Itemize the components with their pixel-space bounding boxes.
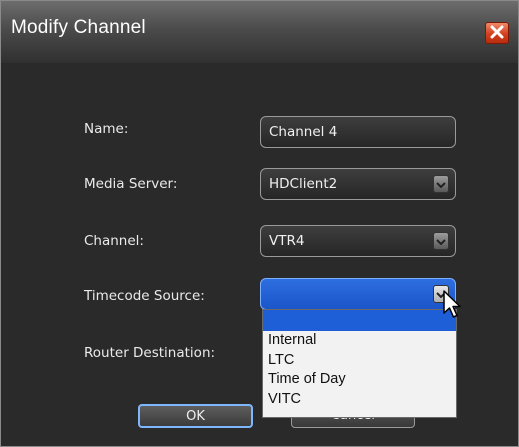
chevron-down-icon [436,169,446,199]
channel-value: VTR4 [269,233,305,249]
channel-select[interactable]: VTR4 [260,225,456,257]
media-server-value: HDClient2 [269,176,338,192]
channel-label: Channel: [84,233,144,249]
channel-dropdown-button[interactable] [433,232,449,250]
name-label: Name: [84,121,129,137]
dropdown-option-ltc[interactable]: LTC [263,351,456,371]
mouse-pointer-icon [442,289,462,323]
timecode-source-dropdown-list: Internal LTC Time of Day VITC [262,309,457,418]
name-value: Channel 4 [269,124,338,140]
dropdown-selected-empty-option[interactable] [263,310,456,331]
name-field[interactable]: Channel 4 [260,116,456,148]
timecode-source-label: Timecode Source: [84,288,205,304]
close-button[interactable] [485,22,509,44]
media-server-select[interactable]: HDClient2 [260,168,456,200]
router-destination-label: Router Destination: [84,345,216,361]
title-bar: Modify Channel [1,1,518,63]
media-server-dropdown-button[interactable] [433,175,449,193]
close-icon [490,24,504,43]
modify-channel-dialog: Modify Channel Name: Channel 4 Media Ser… [0,0,519,447]
dropdown-option-time-of-day[interactable]: Time of Day [263,370,456,390]
dropdown-option-internal[interactable]: Internal [263,331,456,351]
ok-button[interactable]: OK [138,404,253,428]
dropdown-option-vitc[interactable]: VITC [263,390,456,410]
timecode-source-select[interactable] [260,278,456,310]
media-server-label: Media Server: [84,176,178,192]
dialog-title: Modify Channel [11,17,146,38]
chevron-down-icon [436,226,446,256]
